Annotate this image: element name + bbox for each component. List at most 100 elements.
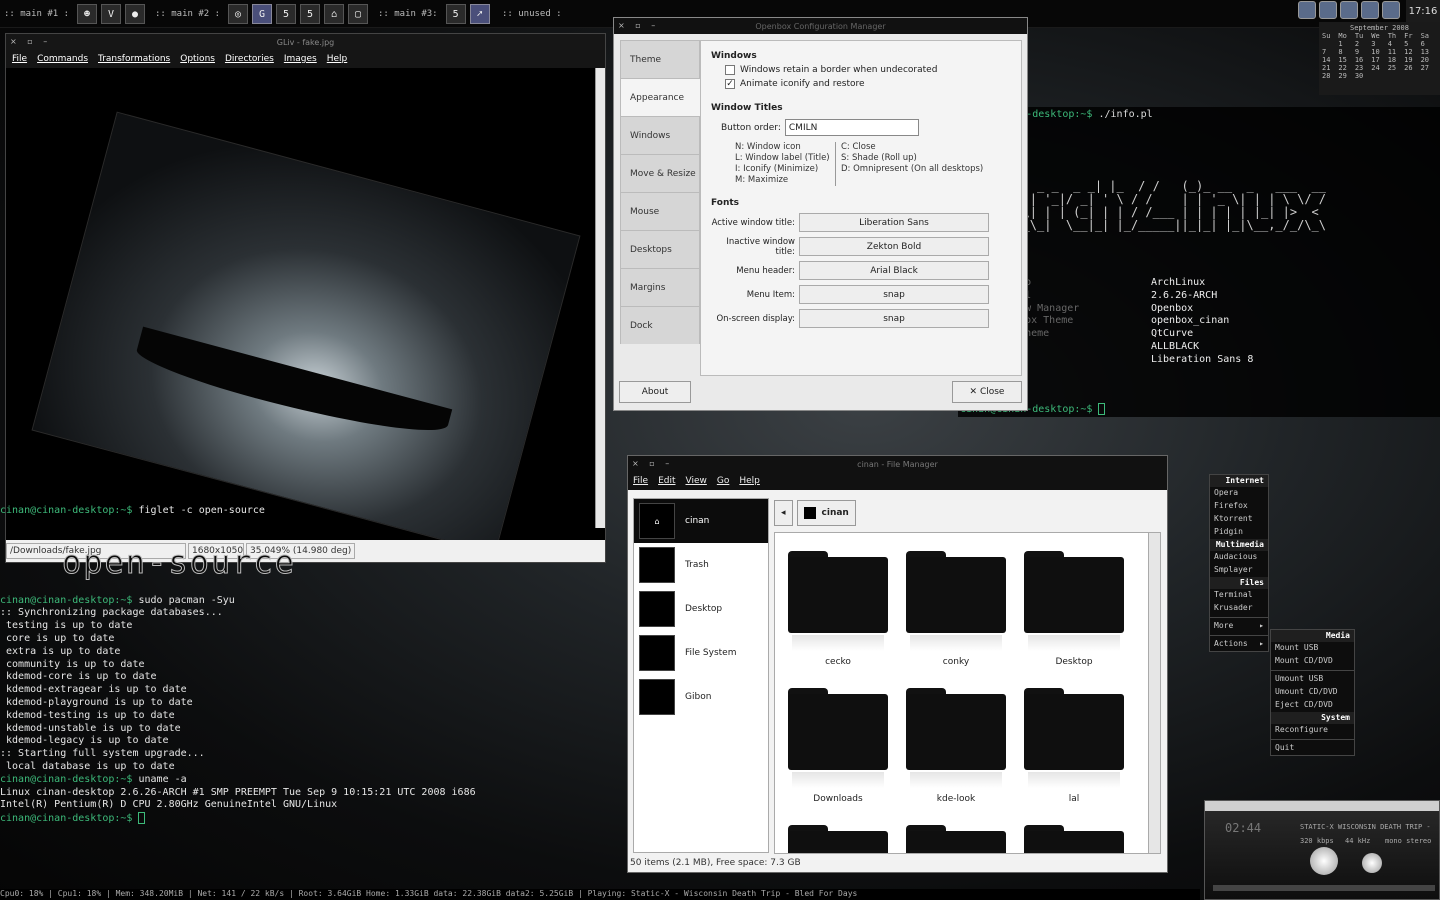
place-cinan[interactable]: ⌂ cinan [634,499,768,543]
menu-item[interactable]: Ktorrent [1210,513,1268,526]
menu-item[interactable]: Terminal [1210,589,1268,602]
menu-item[interactable]: Actions ▸ [1210,638,1268,651]
place-trash[interactable]: Trash [634,543,768,587]
app-icon[interactable]: ◎ [228,4,249,24]
folder-item[interactable] [783,825,893,853]
checkbox-unchecked[interactable] [725,65,735,75]
button-order-input[interactable]: CMILN [784,119,919,136]
tab-windows[interactable]: Windows [620,116,700,154]
balance-knob[interactable] [1362,853,1382,873]
calendar-day[interactable]: 5 [1404,40,1420,48]
terminal-icon[interactable]: 5 [276,4,297,24]
close-button[interactable]: ✕ Close [952,381,1022,403]
tab-margins[interactable]: Margins [620,268,700,306]
menu-go[interactable]: Go [717,476,729,486]
title-bar[interactable]: × ▫ – cinan - File Manager [628,456,1167,472]
image-canvas[interactable] [6,68,605,558]
menu-file[interactable]: File [12,54,27,64]
menu-transformations[interactable]: Transformations [98,54,170,64]
window-buttons[interactable]: × ▫ – [618,21,659,30]
calendar-day[interactable]: 21 [1322,64,1338,72]
workspace-3[interactable]: :: main #3: 5 ➚ [378,0,490,28]
window-buttons[interactable]: × ▫ – [632,459,673,468]
clock[interactable]: 17:16 [1406,0,1440,22]
tab-move-resize[interactable]: Move & Resize [620,154,700,192]
menu-item[interactable]: Smplayer [1210,564,1268,577]
calendar-day[interactable]: 11 [1388,48,1404,56]
volume-knob[interactable] [1310,847,1338,875]
menu-images[interactable]: Images [284,54,317,64]
workspace-2[interactable]: :: main #2 : ◎ G 5 5 ⌂ ▢ [155,0,369,28]
font-button[interactable]: Liberation Sans [799,213,989,232]
folder-item[interactable]: kde-look [901,688,1011,804]
calendar-day[interactable]: 9 [1355,48,1371,56]
tab-theme[interactable]: Theme [620,40,700,78]
tray-icon[interactable] [1340,1,1358,19]
tray-icon[interactable] [1382,1,1400,19]
folder-item[interactable]: Downloads [783,688,893,804]
checkbox-checked[interactable]: ✓ [725,79,735,89]
seek-bar[interactable] [1213,885,1435,891]
menu-file[interactable]: File [633,476,648,486]
calendar-day[interactable]: 6 [1421,40,1437,48]
tab-dock[interactable]: Dock [620,306,700,344]
calendar-day[interactable]: 4 [1388,40,1404,48]
pointer-icon[interactable]: ➚ [469,4,490,24]
menu-item[interactable]: Reconfigure [1271,724,1354,737]
calendar-day[interactable]: 12 [1404,48,1420,56]
menu-item[interactable]: Audacious [1210,551,1268,564]
folder-item[interactable]: cecko [783,551,893,667]
calendar-day[interactable]: 18 [1388,56,1404,64]
tab-appearance[interactable]: Appearance [620,78,700,116]
calendar-day[interactable]: 30 [1355,72,1371,80]
font-button[interactable]: snap [799,285,989,304]
calendar-day[interactable]: 19 [1404,56,1420,64]
calendar-day[interactable]: 13 [1421,48,1437,56]
menu-options[interactable]: Options [180,54,215,64]
calendar-day[interactable]: 24 [1371,64,1387,72]
calendar-day[interactable]: 10 [1371,48,1387,56]
folder-item[interactable]: conky [901,551,1011,667]
title-bar[interactable]: × ▫ – Openbox Configuration Manager [614,18,1027,34]
menu-commands[interactable]: Commands [37,54,88,64]
menu-item[interactable]: Mount USB [1271,642,1354,655]
menu-item[interactable]: Krusader [1210,602,1268,615]
tab-mouse[interactable]: Mouse [620,192,700,230]
home-icon[interactable]: ⌂ [324,4,345,24]
menu-item[interactable]: Pidgin [1210,526,1268,539]
menu-item[interactable]: Eject CD/DVD [1271,699,1354,712]
firefox-icon[interactable]: ● [125,4,146,24]
calendar-day[interactable]: 17 [1371,56,1387,64]
tray-icon[interactable] [1298,1,1316,19]
menu-help[interactable]: Help [327,54,348,64]
calendar-day[interactable]: 25 [1388,64,1404,72]
calendar-day[interactable]: 14 [1322,56,1338,64]
font-button[interactable]: snap [799,309,989,328]
terminal-icon[interactable]: 5 [445,4,466,24]
menu-item[interactable]: Quit [1271,742,1354,755]
app-icon[interactable]: V [101,4,122,24]
option-border-undecorated[interactable]: Windows retain a border when undecorated [725,65,1011,75]
tab-desktops[interactable]: Desktops [620,230,700,268]
menu-item[interactable]: Umount USB [1271,673,1354,686]
calendar-day[interactable]: 29 [1338,72,1354,80]
app-icon[interactable]: G [252,4,273,24]
scrollbar[interactable] [1148,532,1161,854]
calendar-day[interactable]: 7 [1322,48,1338,56]
place-file-system[interactable]: File System [634,631,768,675]
calendar-day[interactable]: 26 [1404,64,1420,72]
menu-item[interactable]: Mount CD/DVD [1271,655,1354,668]
menu-item[interactable]: Opera [1210,487,1268,500]
workspace-4[interactable]: :: unused : [502,0,566,28]
window-buttons[interactable]: × ▫ – [10,37,51,46]
calendar-day[interactable]: 1 [1338,40,1354,48]
folder-item[interactable]: lal [1019,688,1129,804]
menu-view[interactable]: View [686,476,707,486]
folder-item[interactable] [1019,825,1129,853]
menu-directories[interactable]: Directories [225,54,274,64]
back-button[interactable]: ◂ [774,500,793,526]
tray-icon[interactable] [1319,1,1337,19]
scrollbar[interactable] [595,68,605,528]
calendar-day[interactable]: 23 [1355,64,1371,72]
folder-item[interactable]: Desktop [1019,551,1129,667]
